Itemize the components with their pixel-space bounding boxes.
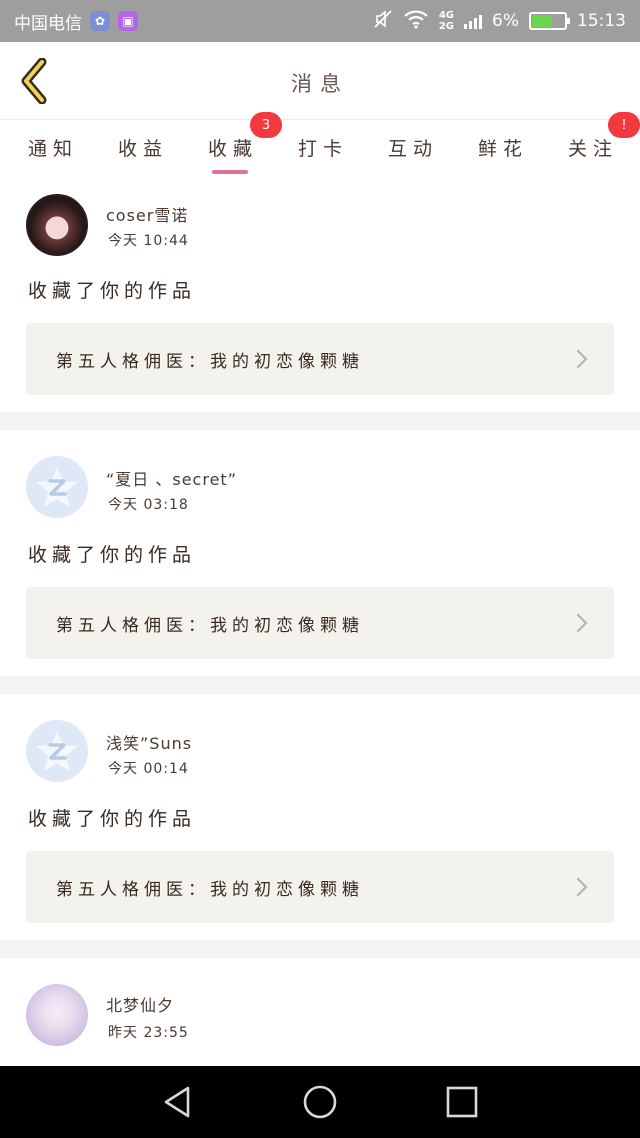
work-link[interactable]: 第五人格佣医：我的初恋像颗糖: [26, 323, 614, 395]
action-text: 收藏了你的作品: [28, 544, 197, 566]
timestamp: 今天 10:44: [108, 233, 189, 249]
carrier-name: 中国电信: [14, 13, 82, 34]
page-title: 消息: [291, 72, 349, 96]
carrier-app-icon: ✿: [90, 11, 110, 31]
action-text: 收藏了你的作品: [28, 280, 197, 302]
user-name[interactable]: 浅笑”Suns: [106, 730, 192, 754]
default-avatar-icon: [36, 467, 78, 507]
action-text: 收藏了你的作品: [28, 808, 197, 830]
mute-icon: [373, 9, 393, 34]
work-title: 第五人格佣医：我的初恋像颗糖: [56, 616, 364, 636]
follows-badge: !: [608, 112, 640, 138]
battery-icon: [529, 12, 570, 30]
work-title: 第五人格佣医：我的初恋像颗糖: [56, 880, 364, 900]
tab-interactions[interactable]: 互动: [388, 134, 438, 161]
user-name[interactable]: coser雪诺: [106, 202, 188, 226]
timestamp: 今天 03:18: [108, 497, 189, 513]
gallery-app-icon: ▣: [118, 11, 138, 31]
user-name[interactable]: 北梦仙夕: [106, 992, 174, 1016]
default-avatar-icon: [36, 731, 78, 771]
list-item: 北梦仙夕 昨天 23:55: [0, 958, 640, 1066]
avatar[interactable]: [26, 720, 88, 782]
clock: 15:13: [577, 11, 626, 31]
tab-earnings[interactable]: 收益: [118, 134, 168, 161]
list-item: 浅笑”Suns 今天 00:14 收藏了你的作品 第五人格佣医：我的初恋像颗糖: [0, 694, 640, 940]
status-bar: 中国电信 ✿ ▣ 4G 2G 6% 15:13: [0, 0, 640, 42]
avatar[interactable]: [26, 456, 88, 518]
active-tab-indicator: [212, 170, 248, 174]
tab-follows[interactable]: 关注: [568, 134, 618, 161]
recents-square-icon[interactable]: [442, 1084, 482, 1120]
signal-icon: [464, 13, 483, 29]
favorites-badge: 3: [250, 112, 282, 138]
back-triangle-icon[interactable]: [158, 1084, 198, 1120]
list-item: “夏日 、secret” 今天 03:18 收藏了你的作品 第五人格佣医：我的初…: [0, 430, 640, 676]
message-list[interactable]: coser雪诺 今天 10:44 收藏了你的作品 第五人格佣医：我的初恋像颗糖 …: [0, 182, 640, 1066]
chevron-right-icon: [576, 613, 588, 633]
list-item: coser雪诺 今天 10:44 收藏了你的作品 第五人格佣医：我的初恋像颗糖: [0, 182, 640, 412]
home-circle-icon[interactable]: [300, 1084, 340, 1120]
work-link[interactable]: 第五人格佣医：我的初恋像颗糖: [26, 851, 614, 923]
user-name[interactable]: “夏日 、secret”: [106, 466, 237, 490]
chevron-right-icon: [576, 349, 588, 369]
tab-checkin[interactable]: 打卡: [298, 134, 348, 161]
work-title: 第五人格佣医：我的初恋像颗糖: [56, 352, 364, 372]
system-nav-bar: [0, 1066, 640, 1138]
timestamp: 今天 00:14: [108, 761, 189, 777]
battery-percent: 6%: [492, 11, 519, 31]
chevron-right-icon: [576, 877, 588, 897]
tab-notifications[interactable]: 通知: [28, 134, 78, 161]
timestamp: 昨天 23:55: [108, 1025, 189, 1041]
tab-bar: 通知 收益 收藏 打卡 互动 鲜花 关注 3 !: [0, 112, 640, 182]
header: 消息: [0, 42, 640, 120]
work-link[interactable]: 第五人格佣医：我的初恋像颗糖: [26, 587, 614, 659]
tab-flowers[interactable]: 鲜花: [478, 134, 528, 161]
avatar[interactable]: [26, 984, 88, 1046]
network-type: 4G 2G: [438, 10, 455, 32]
wifi-icon: [403, 9, 429, 34]
tab-favorites[interactable]: 收藏: [208, 134, 258, 161]
avatar[interactable]: [26, 194, 88, 256]
